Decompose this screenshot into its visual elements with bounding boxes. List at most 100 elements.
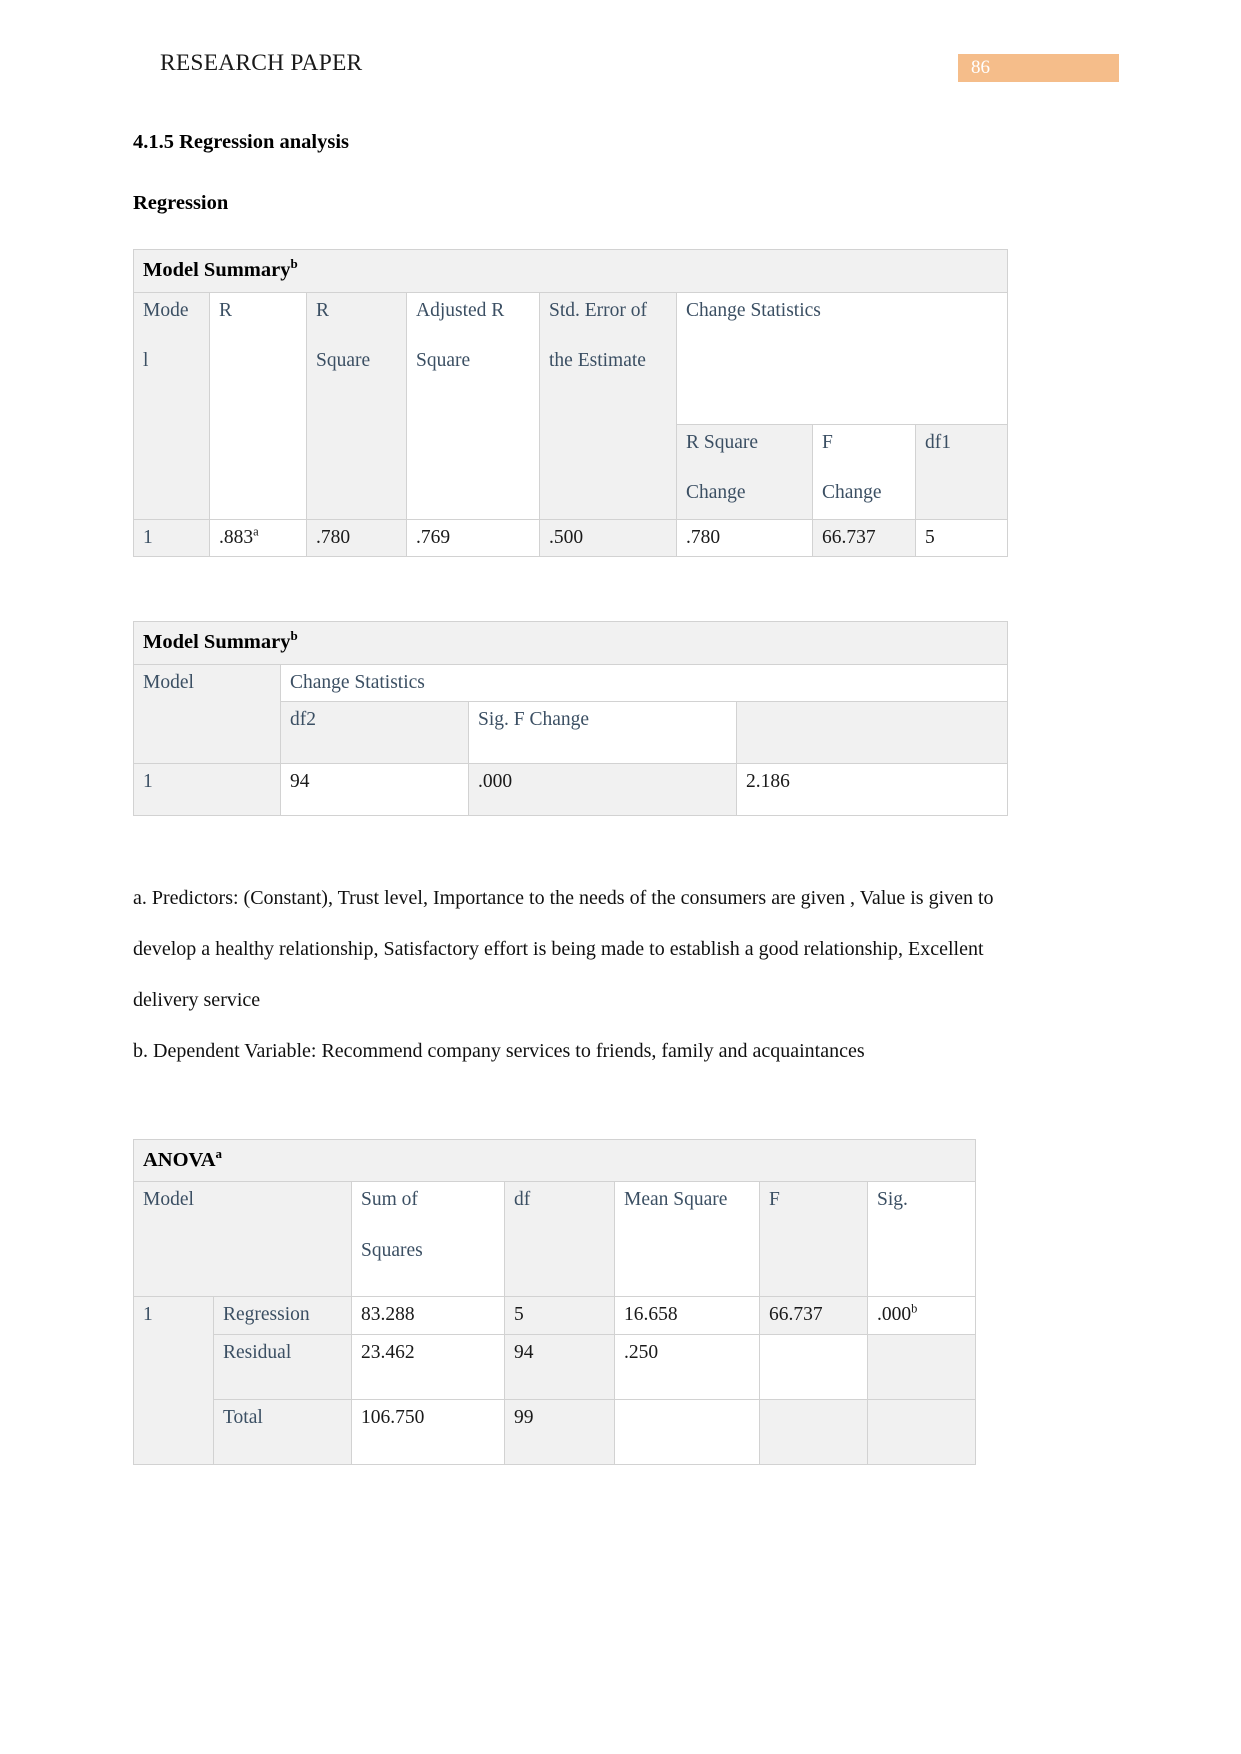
cell-mean-square xyxy=(614,1398,760,1465)
page-number-badge: 86 xyxy=(958,54,1119,82)
header-sum-of-squares: Sum of Squares xyxy=(351,1181,505,1298)
table-row: 1 Regression 83.288 5 16.658 66.737 .000… xyxy=(133,1296,977,1465)
table-row: Total 106.750 99 xyxy=(134,1398,977,1465)
cell-mean-square: .250 xyxy=(614,1333,760,1400)
footnote-a: a. Predictors: (Constant), Trust level, … xyxy=(133,886,994,1011)
cell-sum-of-squares: 23.462 xyxy=(351,1333,505,1400)
cell-sum-of-squares: 83.288 xyxy=(351,1296,505,1335)
header-model: Mode l xyxy=(133,291,210,520)
cell-r-value: .883 xyxy=(219,526,254,548)
cell-sig: .000b xyxy=(866,1296,977,1335)
cell-std-error: .500 xyxy=(539,518,677,557)
header-mean-square: Mean Square xyxy=(614,1181,760,1298)
page-number: 86 xyxy=(971,57,990,78)
cell-sig-f-change: .000 xyxy=(468,762,737,816)
header-f: F xyxy=(759,1181,868,1298)
header-df1: df1 xyxy=(914,423,1009,520)
table-model-summary-part2: Model Summaryb Model Change Statistics d… xyxy=(132,620,1009,816)
cell-r: .883a xyxy=(209,518,307,557)
cell-r-superscript: a xyxy=(253,524,259,539)
header-r: R xyxy=(209,291,307,520)
table-title-superscript: b xyxy=(290,256,298,272)
table-row: 1 .883a .780 .769 .500 .780 66.737 5 xyxy=(133,518,1009,557)
cell-source-total: Total xyxy=(213,1398,352,1465)
cell-mean-square: 16.658 xyxy=(614,1296,760,1335)
section-heading: 4.1.5 Regression analysis xyxy=(133,131,350,153)
cell-adjusted-r-square: .769 xyxy=(406,518,540,557)
header-model-line2: l xyxy=(143,349,149,371)
table-title-row: Model Summaryb xyxy=(132,249,1009,293)
header-df2: df2 xyxy=(280,700,469,764)
cell-model: 1 xyxy=(133,762,281,816)
cell-model: 1 xyxy=(133,518,210,557)
cell-sum-of-squares: 106.750 xyxy=(351,1398,505,1465)
table-title-row: ANOVAa xyxy=(132,1138,977,1183)
cell-df: 5 xyxy=(504,1296,615,1335)
cell-durbin-watson: 2.186 xyxy=(735,762,1009,816)
header-r-square-change-line1: R Square xyxy=(686,431,759,453)
cell-f xyxy=(759,1333,868,1400)
header-std-error-line1: Std. Error of xyxy=(549,299,648,321)
header-title: RESEARCH PAPER xyxy=(160,50,363,76)
header-r-square-line2: Square xyxy=(316,349,371,371)
table-title-row: Model Summaryb xyxy=(132,620,1009,665)
table-title-text: ANOVA xyxy=(143,1148,216,1171)
cell-sig-value: .000 xyxy=(877,1304,912,1326)
cell-df1: 5 xyxy=(914,518,1009,557)
header-sig: Sig. xyxy=(866,1181,977,1298)
document-page: RESEARCH PAPER 86 4.1.5 Regression analy… xyxy=(0,0,1241,1754)
footnote-b: b. Dependent Variable: Recommend company… xyxy=(133,1039,865,1062)
header-change-statistics: Change Statistics xyxy=(675,291,1009,425)
table-header-row: Model Change Statistics xyxy=(133,663,1009,764)
table-title-cell: ANOVAa xyxy=(132,1138,977,1183)
table-header-row: Mode l R R Square Adjusted R Square Std.… xyxy=(133,291,1009,520)
header-f-change-line2: Change xyxy=(822,481,882,503)
cell-f: 66.737 xyxy=(759,1296,868,1335)
header-std-error-line2: the Estimate xyxy=(549,349,646,371)
table-title-text: Model Summary xyxy=(143,259,291,281)
cell-df: 99 xyxy=(504,1398,615,1465)
cell-sig xyxy=(866,1398,977,1465)
table-row: 1 94 .000 2.186 xyxy=(133,762,1009,816)
header-adjusted-r-square: Adjusted R Square xyxy=(406,291,540,520)
table-title-superscript: b xyxy=(290,628,298,644)
table-model-summary-part1: Model Summaryb Mode l R R Square Adjuste… xyxy=(132,249,1009,557)
header-model: Model xyxy=(133,1181,352,1298)
header-sum-of-squares-line2: Squares xyxy=(361,1239,423,1261)
document-body: 4.1.5 Regression analysis Regression Mod… xyxy=(132,128,1108,1465)
cell-source-regression: Regression xyxy=(213,1296,352,1335)
header-std-error: Std. Error of the Estimate xyxy=(539,291,677,520)
cell-r-square-change: .780 xyxy=(676,518,813,557)
header-f-change-line1: F xyxy=(822,431,833,453)
header-model-line1: Mode xyxy=(143,299,189,321)
table-row: Residual 23.462 94 .250 xyxy=(134,1333,977,1400)
header-blank xyxy=(735,700,1009,764)
cell-source-residual: Residual xyxy=(213,1333,352,1400)
header-r-square-line1: R xyxy=(316,299,330,321)
header-f-change: F Change xyxy=(812,423,916,520)
document-header: RESEARCH PAPER 86 xyxy=(0,50,1241,84)
header-change-statistics: Change Statistics xyxy=(279,663,1009,702)
cell-sig xyxy=(866,1333,977,1400)
table-anova: ANOVAa Model Sum of Squares df Mean Squa… xyxy=(132,1138,977,1465)
table-title-text: Model Summary xyxy=(143,630,291,653)
cell-f-change: 66.737 xyxy=(812,518,916,557)
header-r-square: R Square xyxy=(306,291,407,520)
header-adjusted-r-square-line1: Adjusted R xyxy=(416,299,505,321)
cell-df: 94 xyxy=(504,1333,615,1400)
table-title-cell: Model Summaryb xyxy=(132,249,1009,293)
header-model: Model xyxy=(133,663,281,764)
header-sig-f-change: Sig. F Change xyxy=(468,700,737,764)
table-title-cell: Model Summaryb xyxy=(132,620,1009,665)
header-df: df xyxy=(504,1181,615,1298)
header-adjusted-r-square-line2: Square xyxy=(416,349,471,371)
header-r-square-change-line2: Change xyxy=(686,481,746,503)
cell-sig-superscript: b xyxy=(911,1301,918,1316)
table-header-row: Model Sum of Squares df Mean Square F Si… xyxy=(133,1181,977,1298)
cell-model: 1 xyxy=(133,1296,214,1465)
table-title-superscript: a xyxy=(215,1146,223,1162)
subsection-heading: Regression xyxy=(133,192,229,214)
cell-r-square: .780 xyxy=(306,518,407,557)
header-sum-of-squares-line1: Sum of xyxy=(361,1189,418,1211)
cell-df2: 94 xyxy=(280,762,469,816)
